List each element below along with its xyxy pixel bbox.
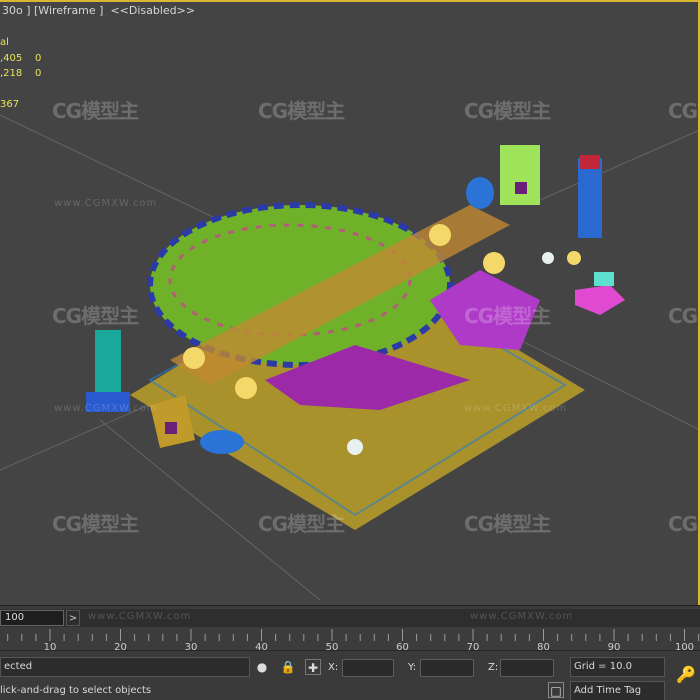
z-label: Z: — [488, 662, 499, 673]
y-label: Y: — [408, 662, 417, 673]
watermark-url: www.CGMXW.com — [54, 403, 158, 414]
grid-line — [539, 129, 700, 201]
watermark-logo: CG模型主 — [668, 512, 700, 536]
watermark-logo: CG模型主 — [52, 304, 139, 328]
watermark-logo: CG模型主 — [464, 512, 551, 536]
perspective-viewport[interactable]: 30o ] [Wireframe ] <<Disabled>> al ,405 … — [0, 0, 700, 605]
prompt-line: lick-and-drag to select objects — [0, 685, 152, 696]
x-coordinate-field[interactable] — [342, 659, 394, 677]
time-tag-icon[interactable]: □ — [548, 682, 564, 698]
teal-tower-left[interactable] — [95, 330, 121, 400]
watermark-url: www.CGMXW.com — [54, 198, 158, 209]
blue-tower[interactable] — [578, 158, 602, 238]
white-stone — [542, 252, 554, 264]
yellow-tree[interactable] — [183, 347, 205, 369]
cart-cargo — [594, 272, 614, 286]
yellow-tree[interactable] — [235, 377, 257, 399]
blue-tower-roof — [580, 155, 600, 169]
grid-size-readout: Grid = 10.0 — [570, 657, 665, 677]
watermark-url: www.CGMXW.com — [470, 611, 574, 622]
timeline[interactable]: 100 > www.CGMXW.com www.CGMXW.com 10 20 30… — [0, 605, 700, 653]
stats-polys-value: ,405 — [0, 53, 23, 64]
frame-ruler[interactable]: 10 20 30 40 50 60 70 80 90 100 — [0, 629, 700, 653]
watermark-logo: CG模型主 — [258, 99, 345, 123]
watermark-logo: CG模型主 — [258, 512, 345, 536]
grid-line — [0, 114, 241, 231]
tower-window — [515, 182, 527, 194]
lock-icon[interactable]: 🔒 — [280, 659, 296, 675]
watermark-logo: CG模型主 — [668, 99, 700, 123]
white-stone — [347, 439, 363, 455]
frame-counter[interactable]: 100 — [0, 610, 64, 626]
stats-verts-value: ,218 — [0, 68, 23, 79]
selection-status: ected — [0, 657, 250, 677]
viewport-label[interactable]: 30o ] [Wireframe ] <<Disabled>> — [2, 4, 195, 17]
lightbulb-icon[interactable]: ● — [254, 659, 270, 675]
pink-cart[interactable] — [575, 285, 625, 315]
yellow-tree[interactable] — [429, 224, 451, 246]
green-tower[interactable] — [500, 145, 540, 205]
stats-fps-value: 367 — [0, 99, 20, 110]
watermark-url: www.CGMXW.com — [464, 403, 568, 414]
watermark-logo: CG模型主 — [464, 99, 551, 123]
watermark-logo: CG模型主 — [52, 99, 139, 123]
absolute-mode-icon[interactable]: ✚ — [305, 659, 321, 675]
next-frame-arrow-icon[interactable]: > — [66, 610, 80, 626]
blue-rock[interactable] — [200, 430, 244, 454]
block-window — [165, 422, 177, 434]
blue-bush[interactable] — [466, 177, 494, 209]
x-label: X: — [328, 662, 339, 673]
status-bar: ected lick-and-drag to select objects ● … — [0, 650, 700, 700]
stats-verts-selected: 0 — [35, 68, 42, 79]
watermark-logo: CG模型主 — [464, 304, 551, 328]
watermark-url: www.CGMXW.com — [88, 611, 192, 622]
stats-polys-selected: 0 — [35, 53, 42, 64]
stats-total-label: al — [0, 37, 9, 48]
z-coordinate-field[interactable] — [500, 659, 554, 677]
yellow-tree[interactable] — [483, 252, 505, 274]
watermark-logo: CG模型主 — [52, 512, 139, 536]
key-icon[interactable]: 🔑 — [676, 667, 696, 683]
watermark-logo: CG模型主 — [668, 304, 700, 328]
y-coordinate-field[interactable] — [420, 659, 474, 677]
add-time-tag-button[interactable]: Add Time Tag — [570, 681, 665, 700]
time-slider[interactable]: 100 > www.CGMXW.com www.CGMXW.com — [0, 609, 700, 627]
yellow-stone — [567, 251, 581, 265]
ruler-ticks — [7, 629, 700, 641]
